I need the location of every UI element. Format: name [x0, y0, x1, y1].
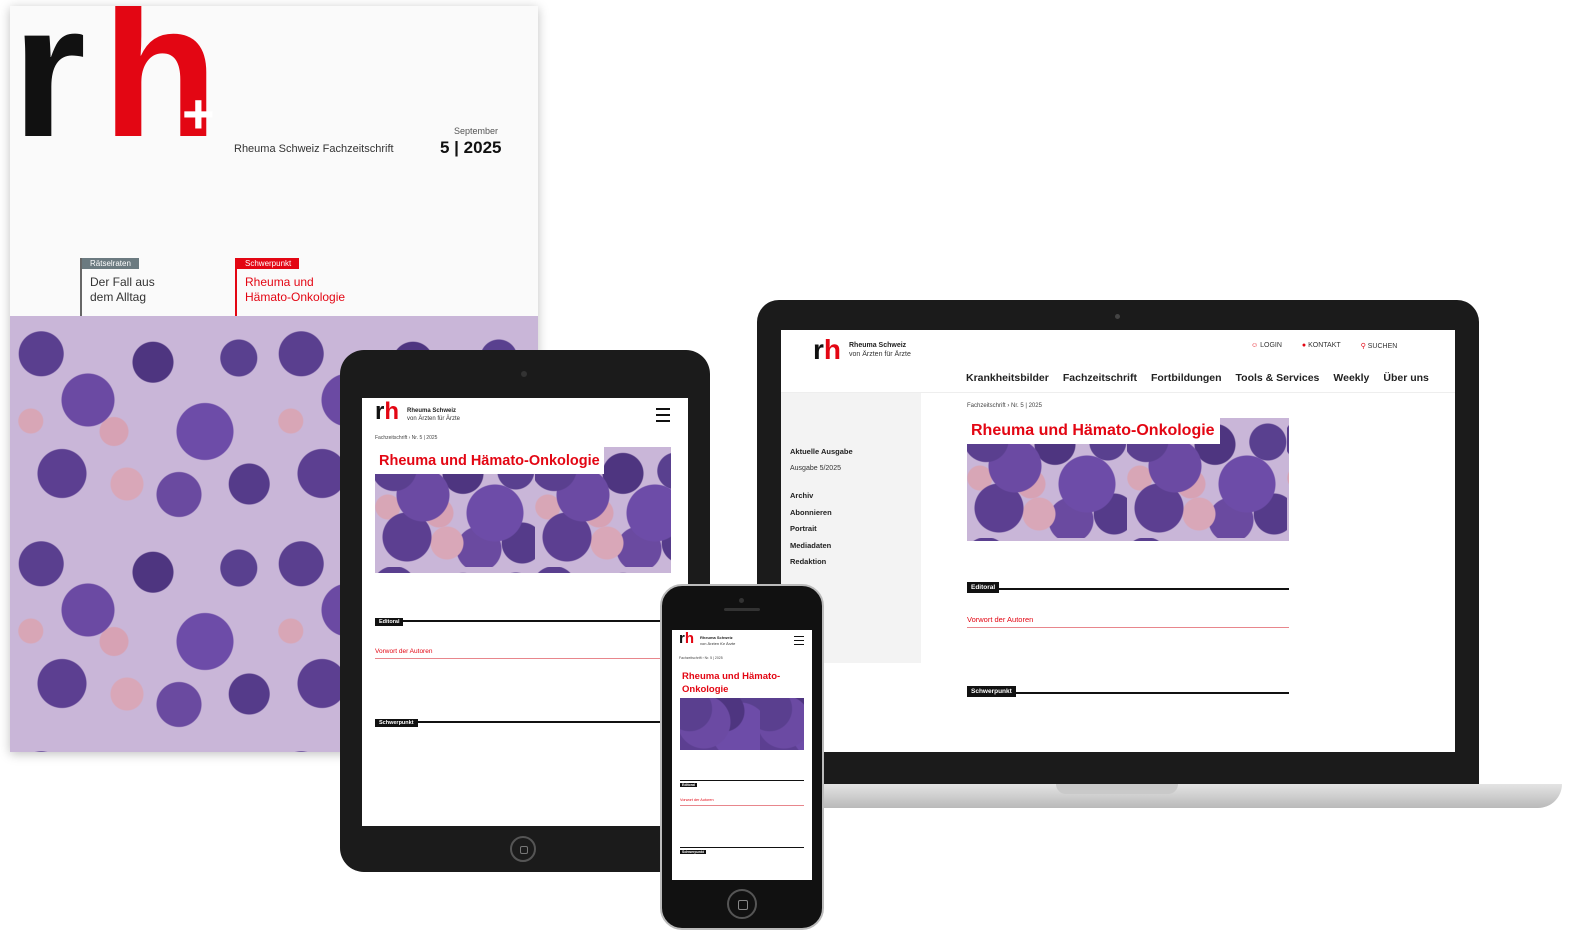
tablet-home-button[interactable] [510, 836, 536, 862]
teaser-right-title: Rheuma und Hämato-Onkologie [245, 275, 346, 304]
phone-screen: rh Rheuma Schweiz von Ärzten für Ärzte F… [672, 630, 812, 880]
laptop-editorial-link-label: Vorwort der Autoren [967, 615, 1034, 624]
phone-section-editorial: Editoral [680, 773, 804, 787]
phone-speaker [724, 608, 760, 611]
phone-breadcrumb[interactable]: Fachzeitschrift › Nr. 5 | 2025 [679, 656, 723, 660]
tablet-breadcrumb[interactable]: Fachzeitschrift › Nr. 5 | 2025 [375, 435, 437, 441]
sidebar-current-issue[interactable]: Ausgabe 5/2025 [790, 465, 841, 472]
laptop-logo-h: h [823, 334, 842, 365]
laptop-hero-title: Rheuma und Hämato-Onkologie [967, 418, 1220, 444]
laptop-section-editorial: Editoral [967, 576, 1289, 593]
phone-hero-image [680, 698, 804, 750]
location-pin-icon: ● [1301, 342, 1307, 349]
phone: rh Rheuma Schweiz von Ärzten für Ärzte F… [660, 584, 824, 930]
sidebar-link-abonnieren[interactable]: Abonnieren [790, 508, 832, 517]
nav-weekly[interactable]: Weekly [1333, 372, 1369, 384]
search-label: SUCHEN [1367, 343, 1398, 350]
tablet-brand-tagline: von Ärzten für Ärzte [407, 416, 461, 422]
laptop-section-editorial-tag: Editoral [967, 582, 1000, 593]
phone-hamburger-icon[interactable] [794, 636, 804, 645]
teaser-left-title: Der Fall aus dem Alltag [90, 275, 155, 304]
contact-label: KONTAKT [1308, 342, 1341, 349]
tablet-hamburger-icon[interactable] [656, 408, 670, 422]
nav-fortbildungen[interactable]: Fortbildungen [1151, 372, 1222, 384]
laptop-main-nav: Krankheitsbilder Fachzeitschrift Fortbil… [966, 372, 1429, 384]
teaser-left: Rätselraten Der Fall aus dem Alltag [80, 258, 202, 316]
laptop-top-links: ☺ LOGIN ● KONTAKT ⚲ SUCHEN [1251, 342, 1397, 350]
sidebar-link-archiv[interactable]: Archiv [790, 491, 813, 500]
laptop-hinge-notch [1056, 784, 1178, 794]
magazine-issue: 5 | 2025 [440, 138, 502, 157]
nav-ueber-uns[interactable]: Über uns [1383, 372, 1429, 384]
phone-editorial-link-label: Vorwort der Autoren [680, 798, 714, 802]
laptop-brand-tagline: von Ärzten für Ärzte [849, 351, 911, 358]
login-link[interactable]: ☺ LOGIN [1251, 342, 1282, 350]
tablet: rh Rheuma Schweiz von Ärzten für Ärzte F… [340, 350, 710, 872]
nav-krankheitsbilder[interactable]: Krankheitsbilder [966, 372, 1049, 384]
phone-brand-name: Rheuma Schweiz [700, 635, 733, 640]
magazine-logo-r: r [12, 6, 86, 177]
nav-fachzeitschrift[interactable]: Fachzeitschrift [1063, 372, 1137, 384]
teaser-right-tag: Schwerpunkt [237, 258, 300, 269]
phone-brand-tagline: von Ärzten für Ärzte [700, 641, 736, 646]
search-icon: ⚲ [1360, 343, 1366, 350]
tablet-camera [521, 371, 527, 377]
phone-section-focus: Schwerpunkt [680, 840, 804, 854]
teaser-left-tag: Rätselraten [82, 258, 139, 269]
tablet-hero-image: Rheuma und Hämato-Onkologie [375, 447, 671, 573]
magazine-logo: r h + [10, 6, 225, 166]
user-icon: ☺ [1251, 342, 1259, 349]
tablet-hero-title: Rheuma und Hämato-Onkologie [375, 447, 604, 474]
phone-section-focus-tag: Schwerpunkt [680, 850, 706, 854]
tablet-section-editorial: Editoral [375, 610, 671, 626]
teaser-right: Schwerpunkt Rheuma und Hämato-Onkologie [235, 258, 377, 316]
magazine-subtitle: Rheuma Schweiz Fachzeitschrift [234, 143, 394, 155]
login-label: LOGIN [1260, 342, 1282, 349]
nav-tools-services[interactable]: Tools & Services [1236, 372, 1320, 384]
phone-home-button[interactable] [727, 889, 757, 919]
tablet-section-editorial-tag: Editoral [375, 618, 404, 626]
laptop-camera [1115, 314, 1120, 319]
tablet-logo: rh [375, 398, 399, 426]
tablet-editorial-link[interactable]: Vorwort der Autoren [375, 648, 671, 659]
laptop: rh Rheuma Schweiz von Ärzten für Ärzte ☺… [757, 300, 1479, 784]
contact-link[interactable]: ● KONTAKT [1302, 342, 1341, 350]
search-link[interactable]: ⚲ SUCHEN [1361, 342, 1398, 350]
laptop-logo-r: r [813, 334, 824, 365]
phone-camera [739, 598, 744, 603]
tablet-editorial-link-label: Vorwort der Autoren [375, 648, 433, 655]
sidebar-link-mediadaten[interactable]: Mediadaten [790, 541, 831, 550]
tablet-logo-r: r [375, 398, 385, 425]
phone-hero-title: Rheuma und Hämato-Onkologie [682, 671, 781, 695]
laptop-logo: rh [813, 334, 841, 366]
sidebar-link-portrait[interactable]: Portrait [790, 524, 817, 533]
tablet-section-focus: Schwerpunkt [375, 711, 671, 727]
laptop-brand-name: Rheuma Schweiz [849, 342, 907, 349]
laptop-breadcrumb[interactable]: Fachzeitschrift › Nr. 5 | 2025 [967, 403, 1042, 409]
phone-logo: rh [679, 630, 694, 648]
phone-section-editorial-tag: Editoral [680, 783, 698, 787]
tablet-logo-h: h [384, 398, 400, 425]
magazine-month: September [454, 126, 499, 136]
sidebar-current-heading[interactable]: Aktuelle Ausgabe [790, 447, 853, 456]
tablet-brand-name: Rheuma Schweiz [407, 408, 457, 414]
tablet-section-focus-tag: Schwerpunkt [375, 719, 418, 727]
laptop-section-focus: Schwerpunkt [967, 680, 1289, 697]
magazine-logo-plus: + [182, 82, 215, 145]
tablet-screen: rh Rheuma Schweiz von Ärzten für Ärzte F… [362, 398, 688, 826]
phone-editorial-link[interactable]: Vorwort der Autoren [680, 798, 804, 806]
laptop-hero-image: Rheuma und Hämato-Onkologie [967, 418, 1289, 541]
sidebar-link-redaktion[interactable]: Redaktion [790, 557, 826, 566]
phone-logo-h: h [684, 630, 695, 647]
laptop-editorial-link[interactable]: Vorwort der Autoren [967, 615, 1289, 628]
laptop-screen: rh Rheuma Schweiz von Ärzten für Ärzte ☺… [781, 330, 1455, 752]
laptop-section-focus-tag: Schwerpunkt [967, 686, 1016, 697]
